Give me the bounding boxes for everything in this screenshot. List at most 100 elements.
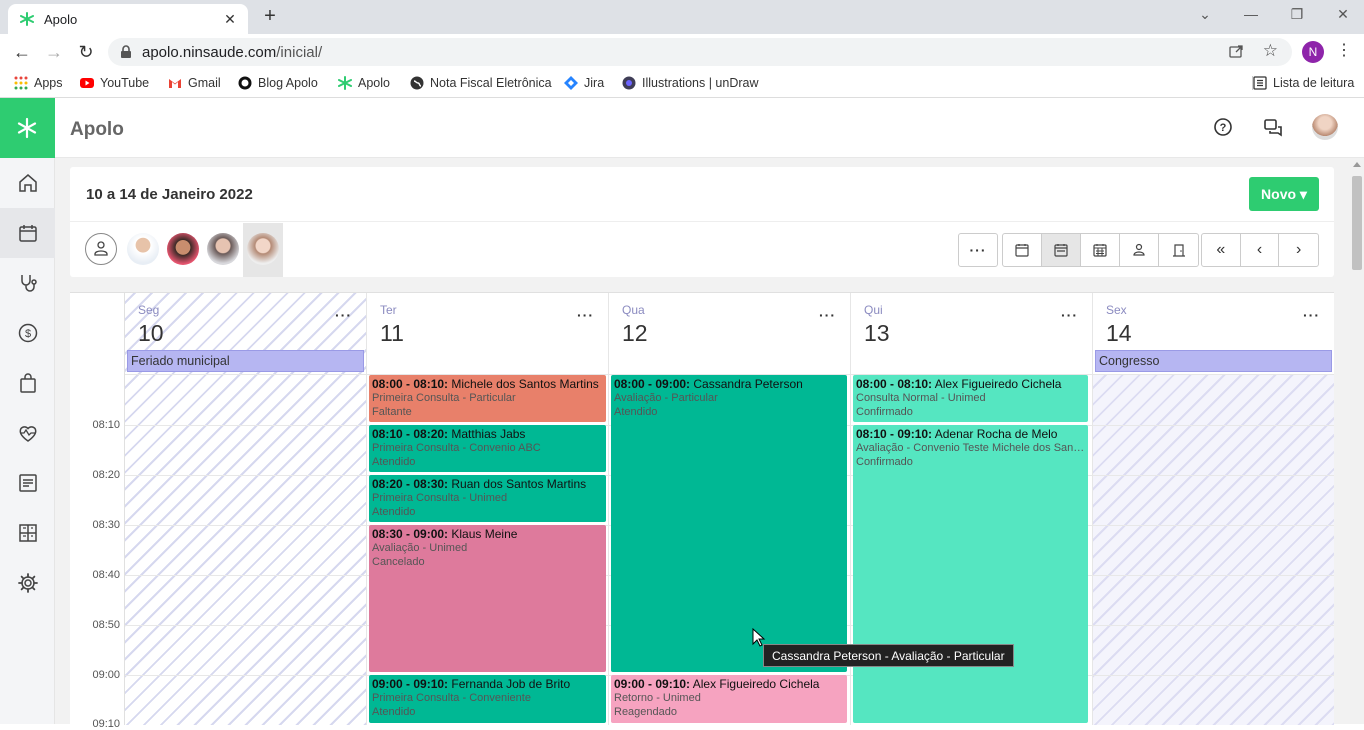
appointment[interactable]: 08:00 - 08:10: Alex Figueiredo Cichela C… bbox=[853, 375, 1088, 422]
event-patient: Alex Figueiredo Cichela bbox=[692, 677, 820, 691]
restore-icon[interactable]: ❐ bbox=[1282, 6, 1312, 23]
appointment[interactable]: 08:10 - 08:20: Matthias Jabs Primeira Co… bbox=[369, 425, 606, 472]
professional-icon bbox=[94, 241, 108, 256]
sidebar-item-financeiro[interactable]: $ bbox=[0, 308, 55, 358]
youtube-icon bbox=[80, 78, 94, 88]
day-options-icon[interactable]: ··· bbox=[1061, 307, 1078, 323]
address-bar-row: ← → ↻ apolo.ninsaude.com/inicial/ ☆ N ⋮ bbox=[0, 34, 1364, 70]
day-options-icon[interactable]: ··· bbox=[335, 307, 352, 323]
day-number: 14 bbox=[1106, 320, 1132, 346]
bookmark-blog-apolo[interactable]: Blog Apolo bbox=[238, 76, 318, 90]
reload-icon[interactable]: ↻ bbox=[74, 41, 98, 63]
bookmark-undraw[interactable]: Illustrations | unDraw bbox=[622, 76, 759, 90]
sidebar-item-atendimento[interactable] bbox=[0, 258, 55, 308]
home-icon bbox=[18, 174, 37, 192]
sidebar-item-painel[interactable] bbox=[0, 508, 55, 558]
bookmark-gmail[interactable]: Gmail bbox=[168, 76, 221, 90]
more-options-button[interactable]: ··· bbox=[959, 234, 997, 266]
bookmark-jira[interactable]: Jira bbox=[564, 76, 604, 90]
browser-tab[interactable]: Apolo ✕ bbox=[8, 4, 248, 34]
new-button[interactable]: Novo ▾ bbox=[1249, 177, 1319, 211]
appointment[interactable]: 08:00 - 09:00: Cassandra Peterson Avalia… bbox=[611, 375, 847, 672]
next-period-button[interactable]: › bbox=[1279, 234, 1318, 266]
bookmark-apolo[interactable]: Apolo bbox=[338, 76, 390, 90]
reading-list[interactable]: Lista de leitura bbox=[1252, 76, 1354, 90]
help-icon[interactable]: ? bbox=[1212, 116, 1234, 138]
forward-icon[interactable]: → bbox=[42, 41, 66, 63]
event-time: 08:00 - 08:10: bbox=[856, 377, 933, 391]
bookmark-youtube[interactable]: YouTube bbox=[80, 76, 149, 90]
month-view-button[interactable] bbox=[1081, 234, 1120, 266]
apolo-logo-icon bbox=[17, 117, 37, 139]
professional-avatar[interactable] bbox=[167, 233, 199, 265]
omnibox[interactable]: apolo.ninsaude.com/inicial/ ☆ bbox=[108, 38, 1292, 66]
bookmark-star-icon[interactable]: ☆ bbox=[1263, 41, 1278, 61]
event-plan: Unimed bbox=[429, 542, 468, 554]
bookmark-nota-fiscal[interactable]: Nota Fiscal Eletrônica bbox=[410, 76, 552, 90]
room-view-button[interactable] bbox=[1159, 234, 1198, 266]
appointment[interactable]: 08:20 - 08:30: Ruan dos Santos Martins P… bbox=[369, 475, 606, 522]
professional-avatar[interactable] bbox=[127, 233, 159, 265]
sidebar-item-configuracoes[interactable] bbox=[0, 558, 55, 608]
scrollbar-thumb[interactable] bbox=[1352, 176, 1362, 270]
event-time: 08:20 - 08:30: bbox=[372, 477, 449, 491]
report-icon bbox=[18, 474, 37, 492]
week-view-button[interactable] bbox=[1042, 234, 1081, 266]
user-avatar[interactable] bbox=[1312, 114, 1338, 140]
sidebar-item-home[interactable] bbox=[0, 158, 55, 208]
bookmark-apps[interactable]: Apps bbox=[14, 76, 63, 90]
page-scrollbar[interactable] bbox=[1350, 158, 1364, 724]
minimize-icon[interactable]: — bbox=[1236, 6, 1266, 22]
share-icon[interactable] bbox=[1228, 43, 1244, 59]
first-period-button[interactable]: « bbox=[1202, 234, 1241, 266]
scroll-up-icon[interactable] bbox=[1353, 162, 1361, 167]
new-tab-icon[interactable]: + bbox=[260, 5, 280, 28]
appointment[interactable]: 08:10 - 09:10: Adenar Rocha de Melo Aval… bbox=[853, 425, 1088, 723]
allday-event[interactable]: Congresso bbox=[1095, 350, 1332, 372]
globe-icon bbox=[410, 76, 424, 90]
day-column-seg[interactable]: Seg 10 ··· Feriado municipal bbox=[125, 293, 367, 725]
event-type: Avaliação bbox=[372, 542, 420, 554]
sidebar-item-agenda[interactable] bbox=[0, 208, 55, 258]
app-header: Apolo ? bbox=[0, 98, 1364, 158]
window-close-icon[interactable]: ✕ bbox=[1328, 6, 1358, 23]
professional-avatar-selected[interactable] bbox=[247, 233, 279, 265]
week-calendar: 08:10 08:20 08:30 08:40 08:50 09:00 09:1… bbox=[70, 292, 1334, 730]
professional-view-button[interactable] bbox=[1120, 234, 1159, 266]
double-chevron-left-icon: « bbox=[1216, 241, 1226, 258]
sidebar-item-saude[interactable] bbox=[0, 408, 55, 458]
previous-period-button[interactable]: ‹ bbox=[1241, 234, 1280, 266]
tab-search-icon[interactable]: ⌄ bbox=[1190, 6, 1220, 23]
tab-close-icon[interactable]: ✕ bbox=[220, 9, 240, 29]
sidebar-item-relatorios[interactable] bbox=[0, 458, 55, 508]
event-plan: Unimed bbox=[662, 692, 701, 704]
chat-icon[interactable] bbox=[1262, 116, 1284, 138]
event-time: 09:00 - 09:10: bbox=[614, 677, 691, 691]
appointment[interactable]: 08:30 - 09:00: Klaus Meine Avaliação - U… bbox=[369, 525, 606, 672]
appointment[interactable]: 09:00 - 09:10: Fernanda Job de Brito Pri… bbox=[369, 675, 606, 723]
chevron-right-icon: › bbox=[1296, 241, 1302, 258]
event-type: Primeira Consulta bbox=[372, 392, 460, 404]
app-logo[interactable] bbox=[0, 98, 55, 158]
day-options-icon[interactable]: ··· bbox=[577, 307, 594, 323]
day-options-icon[interactable]: ··· bbox=[819, 307, 836, 323]
profile-avatar[interactable]: N bbox=[1302, 41, 1324, 63]
day-header: Qua 12 ··· bbox=[609, 293, 850, 375]
browser-menu-icon[interactable]: ⋮ bbox=[1336, 40, 1352, 60]
appointment[interactable]: 09:00 - 09:10: Alex Figueiredo Cichela R… bbox=[611, 675, 847, 723]
event-plan: Unimed bbox=[469, 492, 508, 504]
day-options-icon[interactable]: ··· bbox=[1303, 307, 1320, 323]
day-column-sex[interactable]: Sex 14 ··· Congresso bbox=[1093, 293, 1334, 725]
all-professionals-button[interactable] bbox=[85, 233, 117, 265]
sidebar-item-estoque[interactable] bbox=[0, 358, 55, 408]
professional-avatar[interactable] bbox=[207, 233, 239, 265]
allday-event[interactable]: Feriado municipal bbox=[127, 350, 364, 372]
back-icon[interactable]: ← bbox=[10, 41, 34, 63]
day-view-button[interactable] bbox=[1003, 234, 1042, 266]
event-status: Atendido bbox=[372, 456, 416, 468]
dollar-icon: $ bbox=[18, 323, 37, 343]
day-header: Ter 11 ··· bbox=[367, 293, 608, 375]
appointment[interactable]: 08:00 - 08:10: Michele dos Santos Martin… bbox=[369, 375, 606, 422]
svg-text:?: ? bbox=[1220, 122, 1227, 134]
url-host: apolo.ninsaude.com bbox=[142, 44, 277, 61]
